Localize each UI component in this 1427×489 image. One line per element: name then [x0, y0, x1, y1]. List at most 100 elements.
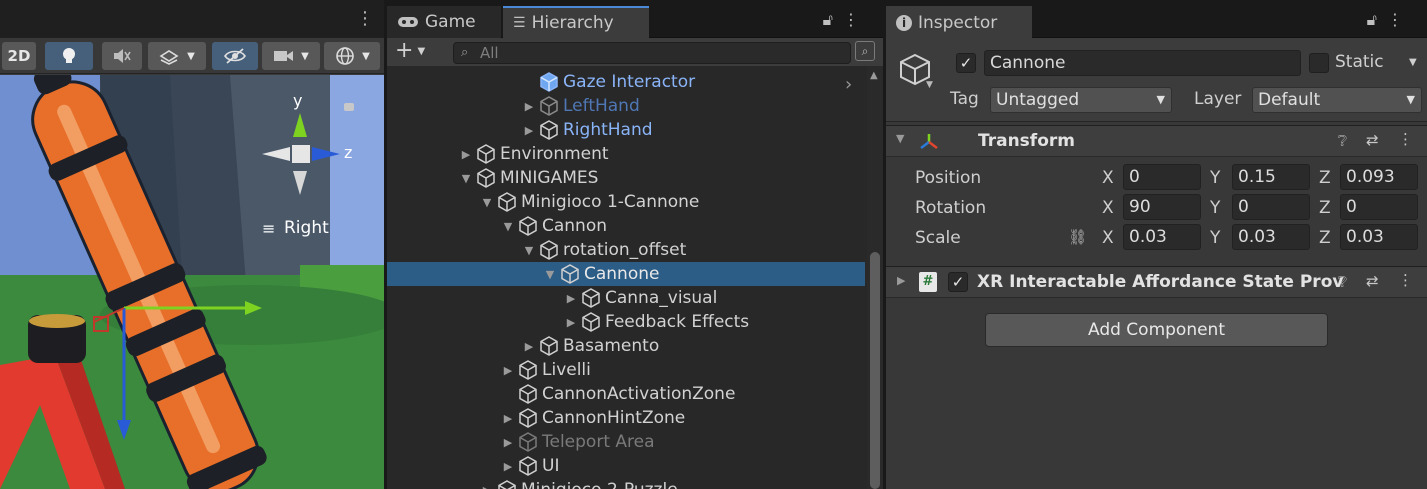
lock-icon[interactable]: 🔓︎ [823, 10, 843, 29]
collapsed-arrow-icon[interactable]: ▶ [499, 364, 517, 377]
scene-visibility-button[interactable] [212, 42, 258, 70]
expanded-arrow-icon[interactable]: ▼ [499, 220, 517, 233]
position-label[interactable]: Position [915, 168, 981, 188]
presets-sliders-icon[interactable]: ⇄ [1366, 272, 1379, 290]
rotation-x-field[interactable]: 90 [1123, 194, 1201, 220]
collapsed-arrow-icon[interactable]: ▶ [520, 100, 538, 113]
layer-dropdown[interactable]: Default ▼ [1252, 87, 1422, 113]
toggle-2d-button[interactable]: 2D [2, 42, 36, 70]
tag-dropdown[interactable]: Untagged ▼ [990, 87, 1172, 113]
hierarchy-item[interactable]: ▶ Environment [387, 142, 865, 166]
expanded-arrow-icon[interactable]: ▼ [896, 132, 904, 145]
effects-dropdown-button[interactable]: ▼ [148, 42, 206, 70]
xr-component-enabled-checkbox[interactable]: ✓ [948, 272, 968, 292]
rotation-x-label[interactable]: X [1102, 198, 1114, 218]
camera-dropdown-button[interactable]: ▼ [262, 42, 320, 70]
hierarchy-item[interactable]: ▶ Minigioco 2-Puzzle [387, 478, 865, 489]
rotation-y-field[interactable]: 0 [1232, 194, 1310, 220]
tab-hierarchy[interactable]: ☰ Hierarchy [503, 6, 649, 38]
hierarchy-item[interactable]: ▶ CannonHintZone [387, 406, 865, 430]
constrain-proportions-link-icon[interactable]: ⛓︎ [1068, 228, 1087, 246]
hierarchy-item[interactable]: ▼ rotation_offset [387, 238, 865, 262]
tab-game[interactable]: Game [387, 6, 501, 38]
object-name-field[interactable]: Cannone [984, 50, 1301, 76]
scale-y-field[interactable]: 0.03 [1232, 224, 1310, 250]
create-add-button[interactable]: + ▼ [395, 38, 425, 63]
presets-sliders-icon[interactable]: ⇄ [1366, 131, 1379, 149]
rotation-y-label[interactable]: Y [1210, 198, 1220, 218]
hierarchy-item[interactable]: ▶ Feedback Effects [387, 310, 865, 334]
rotation-label[interactable]: Rotation [915, 198, 986, 218]
scale-x-field[interactable]: 0.03 [1123, 224, 1201, 250]
active-checkbox[interactable]: ✓ [956, 53, 976, 73]
position-x-label[interactable]: X [1102, 168, 1114, 188]
lock-icon[interactable]: 🔓︎ [1367, 10, 1387, 29]
collapsed-arrow-icon[interactable]: ▶ [499, 460, 517, 473]
gizmos-dropdown-button[interactable]: ▼ [324, 42, 380, 70]
position-z-label[interactable]: Z [1319, 168, 1331, 188]
hierarchy-item[interactable]: ▼ MINIGAMES [387, 166, 865, 190]
scroll-up-icon[interactable]: ▲ [870, 70, 878, 81]
hierarchy-search-input[interactable]: ⌕ All [453, 42, 851, 64]
tab-inspector[interactable]: i Inspector [886, 6, 1032, 38]
scale-z-label[interactable]: Z [1319, 228, 1331, 248]
transform-component-header[interactable]: ▼ Transform ❔︎ ⇄ ⋮ [886, 125, 1427, 157]
more-options-icon[interactable]: ⋮ [1398, 271, 1413, 289]
rotation-z-field[interactable]: 0 [1340, 194, 1418, 220]
gizmo-view-label[interactable]: Right [284, 218, 329, 238]
more-options-icon[interactable]: ⋮ [843, 10, 869, 29]
help-icon[interactable]: ❔︎ [1338, 273, 1347, 291]
collapsed-arrow-icon[interactable]: ▶ [520, 340, 538, 353]
collapsed-arrow-icon[interactable]: ▶ [478, 484, 496, 489]
collapsed-arrow-icon[interactable]: ▶ [520, 124, 538, 137]
collapsed-arrow-icon[interactable]: ▶ [897, 274, 905, 287]
collapsed-arrow-icon[interactable]: ▶ [562, 292, 580, 305]
hierarchy-item[interactable]: ▶Gaze Interactor [387, 70, 865, 94]
expanded-arrow-icon[interactable]: ▼ [541, 268, 559, 281]
hierarchy-item[interactable]: ▶ LeftHand [387, 94, 865, 118]
hierarchy-item[interactable]: ▶ Canna_visual [387, 286, 865, 310]
lighting-toggle-button[interactable] [45, 42, 93, 70]
scale-y-label[interactable]: Y [1210, 228, 1220, 248]
add-component-button[interactable]: Add Component [985, 313, 1328, 347]
chevron-down-icon[interactable]: ▼ [1409, 57, 1417, 68]
expanded-arrow-icon[interactable]: ▼ [457, 172, 475, 185]
expanded-arrow-icon[interactable]: ▼ [520, 244, 538, 257]
hierarchy-item[interactable]: ▶ Basamento [387, 334, 865, 358]
gizmo-hamburger-icon[interactable]: ≡ [262, 219, 275, 238]
position-x-field[interactable]: 0 [1123, 164, 1201, 190]
hierarchy-item[interactable]: ▶ UI [387, 454, 865, 478]
static-checkbox[interactable] [1309, 53, 1329, 73]
collapsed-arrow-icon[interactable]: ▶ [457, 148, 475, 161]
chevron-right-icon[interactable]: › [845, 74, 852, 95]
scene-viewport[interactable]: y z ≡ Right [0, 75, 384, 489]
hierarchy-scrollbar[interactable]: ▲ [867, 66, 883, 489]
rotation-z-label[interactable]: Z [1319, 198, 1331, 218]
xr-affordance-component-header[interactable]: ▶ # ✓ XR Interactable Affordance State P… [886, 266, 1427, 298]
chevron-down-icon[interactable]: ▼ [926, 80, 933, 90]
help-icon[interactable]: ❔︎ [1338, 132, 1347, 150]
collapsed-arrow-icon[interactable]: ▶ [499, 412, 517, 425]
hierarchy-item[interactable]: ▼ Minigioco 1-Cannone [387, 190, 865, 214]
hierarchy-item[interactable]: ▶ Teleport Area [387, 430, 865, 454]
scrollbar-thumb[interactable] [870, 252, 880, 489]
hierarchy-item[interactable]: ▶CannonActivationZone [387, 382, 865, 406]
position-y-label[interactable]: Y [1210, 168, 1220, 188]
audio-toggle-button[interactable] [102, 42, 142, 70]
hierarchy-item[interactable]: ▼ Cannon [387, 214, 865, 238]
scale-z-field[interactable]: 0.03 [1340, 224, 1418, 250]
expanded-arrow-icon[interactable]: ▼ [478, 196, 496, 209]
more-options-icon[interactable]: ⋮ [1398, 130, 1413, 148]
scale-label[interactable]: Scale [915, 228, 961, 248]
position-y-field[interactable]: 0.15 [1232, 164, 1310, 190]
more-options-icon[interactable]: ⋮ [356, 8, 374, 29]
hierarchy-item[interactable]: ▶ RightHand [387, 118, 865, 142]
more-options-icon[interactable]: ⋮ [1387, 10, 1413, 29]
collapsed-arrow-icon[interactable]: ▶ [499, 436, 517, 449]
collapsed-arrow-icon[interactable]: ▶ [562, 316, 580, 329]
search-filter-icon[interactable]: ⌕ [855, 41, 875, 61]
hierarchy-item[interactable]: ▼ Cannone [387, 262, 865, 286]
hierarchy-item[interactable]: ▶ Livelli [387, 358, 865, 382]
position-z-field[interactable]: 0.093 [1340, 164, 1418, 190]
scale-x-label[interactable]: X [1102, 228, 1114, 248]
